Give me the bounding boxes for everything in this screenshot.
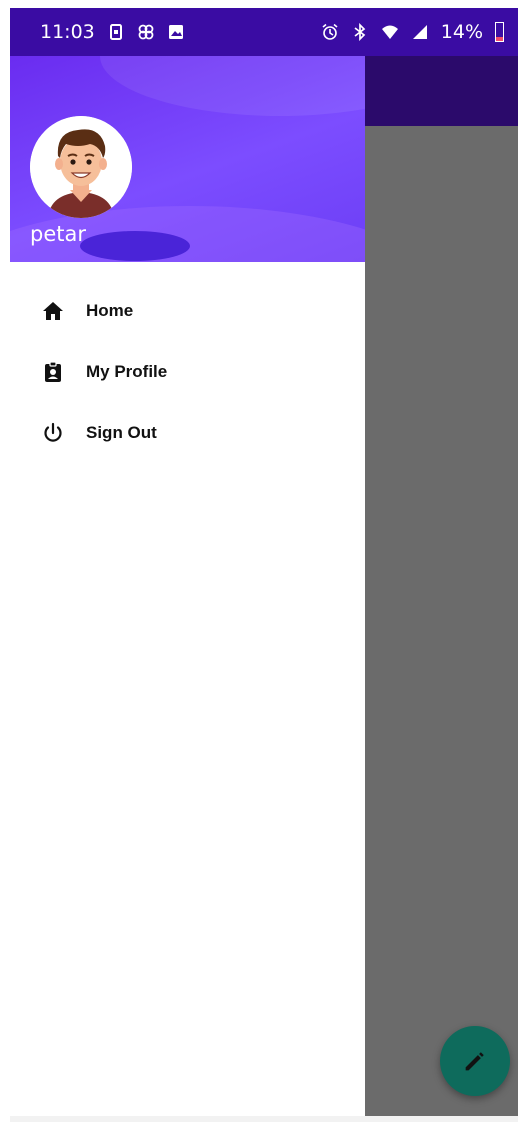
bluetooth-icon — [351, 23, 369, 41]
pinwheel-icon — [137, 23, 155, 41]
menu-item-home[interactable]: Home — [10, 280, 365, 341]
menu-item-label: Sign Out — [86, 422, 157, 442]
navigation-drawer: petar Home My Profile Sign Out — [10, 56, 365, 1116]
status-time: 11:03 — [40, 21, 95, 43]
signal-icon — [411, 23, 429, 41]
status-left: 11:03 — [40, 21, 185, 43]
power-icon — [40, 420, 66, 446]
wifi-icon — [381, 23, 399, 41]
menu-item-label: Home — [86, 300, 134, 320]
menu-item-label: My Profile — [86, 361, 168, 381]
navigation-bar — [10, 1116, 518, 1122]
status-bar: 11:03 14% — [10, 8, 518, 56]
edit-pencil-icon — [465, 1052, 484, 1071]
header-decoration — [80, 231, 190, 261]
drawer-header: petar — [10, 56, 365, 262]
menu-item-sign-out[interactable]: Sign Out — [10, 402, 365, 463]
alarm-icon — [321, 23, 339, 41]
edit-fab[interactable] — [440, 1026, 510, 1096]
screen: 11:03 14% petar Home My Profile Sign Out — [0, 0, 520, 1122]
header-decoration — [100, 56, 365, 116]
battery-icon — [495, 22, 504, 42]
menu-item-my-profile[interactable]: My Profile — [10, 341, 365, 402]
drawer-menu: Home My Profile Sign Out — [10, 262, 365, 463]
image-icon — [167, 23, 185, 41]
sim-card-icon — [107, 23, 125, 41]
avatar[interactable] — [30, 116, 132, 218]
username: petar — [30, 222, 86, 246]
profile-badge-icon — [40, 359, 66, 385]
home-icon — [40, 298, 66, 324]
status-right: 14% — [321, 21, 504, 43]
battery-percent: 14% — [440, 21, 483, 43]
